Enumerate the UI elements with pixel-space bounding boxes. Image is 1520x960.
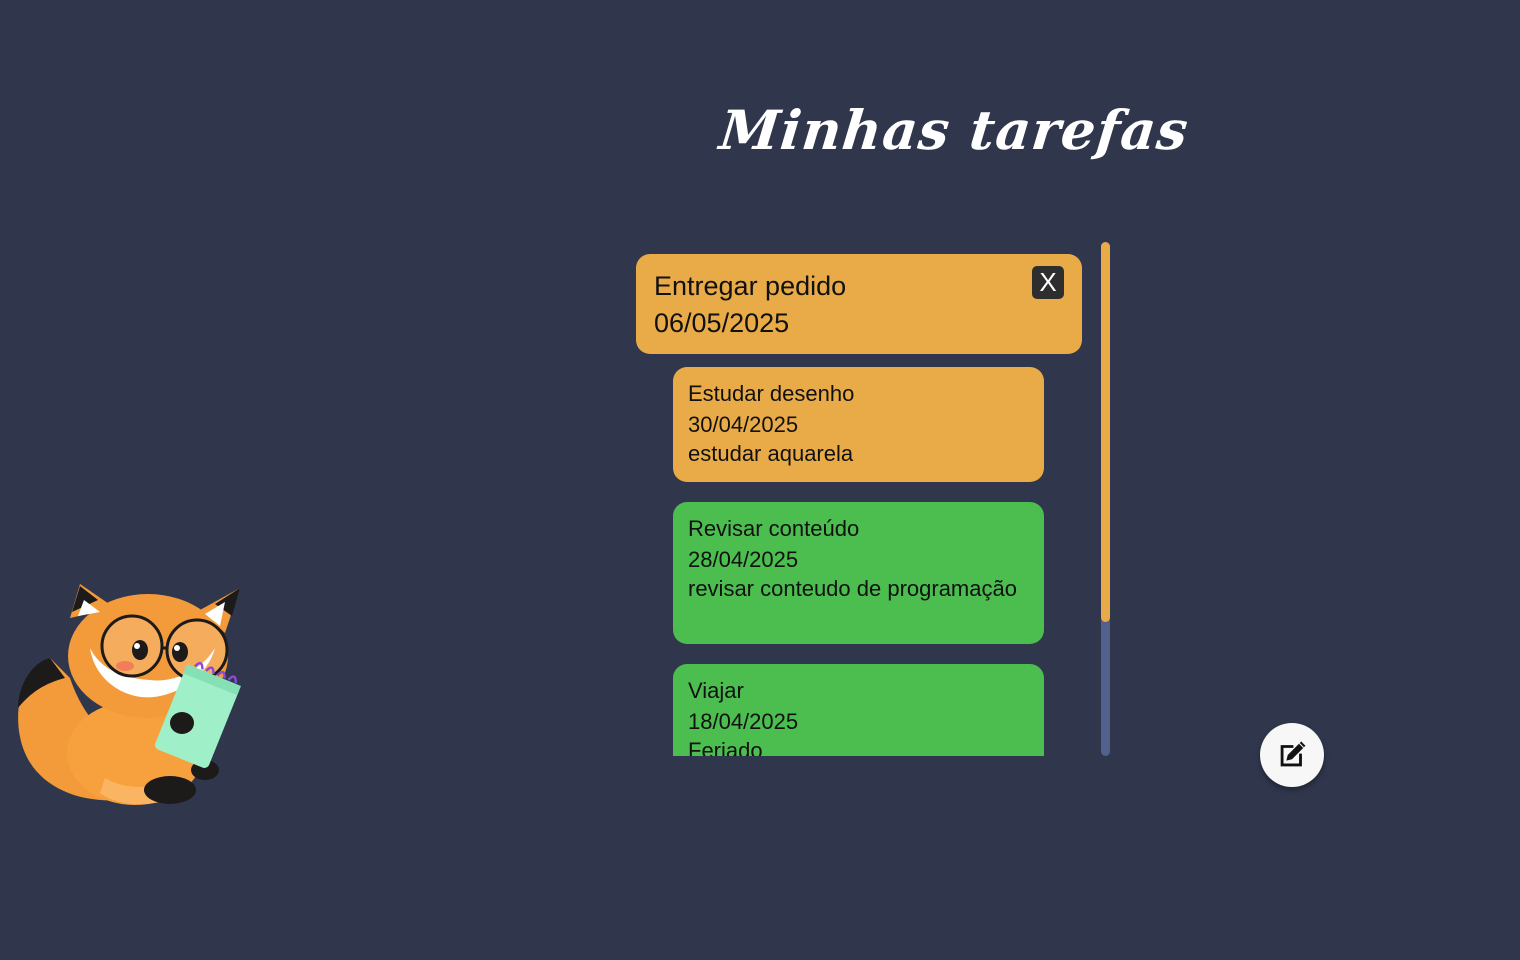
selected-task-card[interactable]: Entregar pedido 06/05/2025 X [636,254,1082,354]
task-date: 30/04/2025 [688,412,799,437]
task-list[interactable]: Entregar pedido 06/05/2025 X Estudar des… [636,254,1082,756]
task-title: Entregar pedido [654,271,847,301]
task-description: revisar conteudo de programação [688,576,1017,601]
task-description: estudar aquarela [688,441,854,466]
task-card[interactable]: Estudar desenho 30/04/2025 estudar aquar… [673,367,1044,482]
fox-mascot-illustration [18,584,241,805]
task-date: 18/04/2025 [688,709,799,734]
page-title: Minhas tarefas [716,98,1192,162]
task-card[interactable]: Viajar 18/04/2025 Feriado [673,664,1044,756]
edit-task-button[interactable] [1260,723,1324,787]
task-date: 06/05/2025 [654,308,790,338]
task-date: 28/04/2025 [688,547,799,572]
scrollbar-thumb[interactable] [1101,242,1110,622]
task-title: Estudar desenho [688,381,855,406]
task-title: Revisar conteúdo [688,516,860,541]
close-button[interactable]: X [1032,266,1064,299]
page: Minhas tarefas Entregar pedido 06/05/202… [0,0,1520,960]
task-card[interactable]: Revisar conteúdo 28/04/2025 revisar cont… [673,502,1044,644]
scrollbar-track[interactable] [1101,242,1110,756]
edit-icon [1280,741,1306,767]
task-title: Viajar [688,678,744,703]
task-description: Feriado [688,738,763,756]
